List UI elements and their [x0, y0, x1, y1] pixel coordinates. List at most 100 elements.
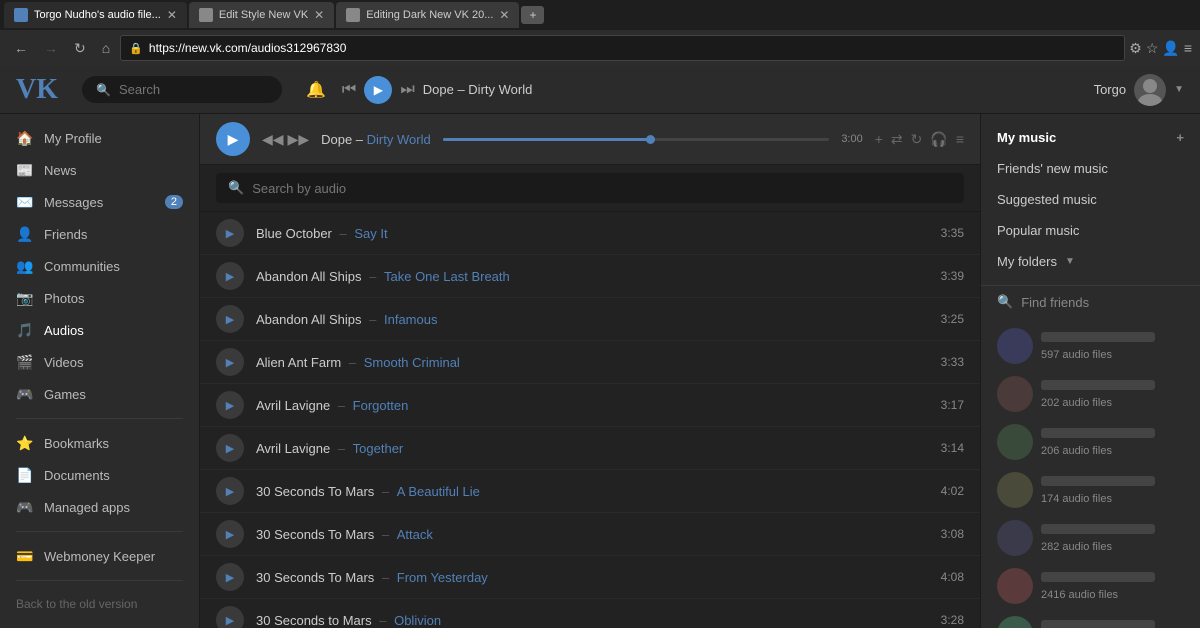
audio-player-bar: ▶ ◀◀ ▶▶ Dope – Dirty World 3:00 [200, 114, 980, 165]
add-music-icon[interactable]: + [1176, 130, 1184, 145]
friend-item-1[interactable]: 202 audio files [981, 370, 1200, 418]
back-button[interactable]: ← [8, 38, 34, 58]
track-play-button-5[interactable]: ▶ [216, 434, 244, 462]
header-search-input[interactable] [119, 82, 259, 97]
header-next-button[interactable]: ⏭ [400, 81, 414, 99]
player-play-button[interactable]: ▶ [216, 122, 250, 156]
address-input[interactable] [149, 41, 1116, 55]
track-item-4[interactable]: ▶ Avril Lavigne – Forgotten 3:17 [200, 384, 980, 427]
home-button[interactable]: ⌂ [96, 38, 116, 58]
tab-close-3[interactable]: ✕ [499, 8, 509, 22]
notification-bell-icon[interactable]: 🔔 [306, 80, 326, 100]
track-play-button-6[interactable]: ▶ [216, 477, 244, 505]
sidebar-item-messages[interactable]: ✉️ Messages 2 [0, 186, 199, 218]
my-folders-label: My folders [997, 254, 1057, 269]
track-play-button-2[interactable]: ▶ [216, 305, 244, 333]
friend-info-4: 282 audio files [1041, 524, 1184, 553]
shuffle-button[interactable]: ⇄ [891, 131, 903, 148]
add-to-playlist-button[interactable]: + [875, 131, 883, 148]
browser-tab-3[interactable]: Editing Dark New VK 20... ✕ [336, 2, 519, 28]
sidebar-item-friends[interactable]: 👤 Friends [0, 218, 199, 250]
sidebar-item-documents[interactable]: 📄 Documents [0, 459, 199, 491]
player-prev-button[interactable]: ◀◀ [262, 131, 284, 148]
audio-search-icon: 🔍 [228, 180, 244, 196]
tab-close-1[interactable]: ✕ [167, 8, 177, 22]
forward-button[interactable]: → [38, 38, 64, 58]
sidebar-item-photos[interactable]: 📷 Photos [0, 282, 199, 314]
track-play-button-9[interactable]: ▶ [216, 606, 244, 628]
sidebar-item-webmoney[interactable]: 💳 Webmoney Keeper [0, 540, 199, 572]
repeat-button[interactable]: ↻ [911, 131, 923, 148]
audio-search-input[interactable] [252, 181, 952, 196]
app-body: 🏠 My Profile 📰 News ✉️ Messages 2 👤 Frie… [0, 114, 1200, 628]
track-play-button-3[interactable]: ▶ [216, 348, 244, 376]
audio-search-inner[interactable]: 🔍 [216, 173, 964, 203]
track-item-7[interactable]: ▶ 30 Seconds To Mars – Attack 3:08 [200, 513, 980, 556]
new-tab-button[interactable]: + [521, 6, 544, 24]
equalizer-button[interactable]: ≡ [956, 131, 964, 148]
track-play-button-7[interactable]: ▶ [216, 520, 244, 548]
player-next-button[interactable]: ▶▶ [288, 131, 310, 148]
track-play-button-4[interactable]: ▶ [216, 391, 244, 419]
track-play-button-0[interactable]: ▶ [216, 219, 244, 247]
header-play-button[interactable]: ▶ [364, 76, 392, 104]
right-menu-friends-music[interactable]: Friends' new music [981, 153, 1200, 184]
friend-item-4[interactable]: 282 audio files [981, 514, 1200, 562]
header-user-area: Torgo ▼ [1094, 74, 1184, 106]
user-dropdown-arrow[interactable]: ▼ [1174, 84, 1184, 95]
sidebar-item-videos[interactable]: 🎬 Videos [0, 346, 199, 378]
friend-item-5[interactable]: 2416 audio files [981, 562, 1200, 610]
headphones-button[interactable]: 🎧 [930, 131, 947, 148]
friend-info-3: 174 audio files [1041, 476, 1184, 505]
user-avatar[interactable] [1134, 74, 1166, 106]
sidebar-item-games[interactable]: 🎮 Games [0, 378, 199, 410]
right-menu-suggested[interactable]: Suggested music [981, 184, 1200, 215]
browser-tab-2[interactable]: Edit Style New VK ✕ [189, 2, 334, 28]
track-item-0[interactable]: ▶ Blue October – Say It 3:35 [200, 212, 980, 255]
track-info-8: 30 Seconds To Mars – From Yesterday [256, 570, 929, 585]
track-item-9[interactable]: ▶ 30 Seconds to Mars – Oblivion 3:28 [200, 599, 980, 628]
right-menu-popular[interactable]: Popular music [981, 215, 1200, 246]
right-menu-my-music[interactable]: My music + [981, 122, 1200, 153]
extensions-icon: ⚙ [1129, 40, 1142, 57]
header-search-bar[interactable]: 🔍 [82, 76, 282, 103]
sidebar-item-managed-apps[interactable]: 🎮 Managed apps [0, 491, 199, 523]
friend-avatar-6 [997, 616, 1033, 628]
track-play-button-1[interactable]: ▶ [216, 262, 244, 290]
track-item-6[interactable]: ▶ 30 Seconds To Mars – A Beautiful Lie 4… [200, 470, 980, 513]
friend-count-5: 2416 audio files [1041, 589, 1118, 601]
sidebar-item-news[interactable]: 📰 News [0, 154, 199, 186]
messages-badge: 2 [165, 195, 183, 209]
track-item-1[interactable]: ▶ Abandon All Ships – Take One Last Brea… [200, 255, 980, 298]
track-item-8[interactable]: ▶ 30 Seconds To Mars – From Yesterday 4:… [200, 556, 980, 599]
progress-handle[interactable] [646, 135, 655, 144]
reload-button[interactable]: ↻ [68, 38, 92, 59]
my-music-label: My music [997, 130, 1056, 145]
track-dash-2: – [369, 312, 380, 327]
sidebar-footer[interactable]: Back to the old version [0, 589, 199, 619]
friend-info-1: 202 audio files [1041, 380, 1184, 409]
track-info-0: Blue October – Say It [256, 226, 929, 241]
track-item-5[interactable]: ▶ Avril Lavigne – Together 3:14 [200, 427, 980, 470]
track-item-3[interactable]: ▶ Alien Ant Farm – Smooth Criminal 3:33 [200, 341, 980, 384]
sidebar-item-profile[interactable]: 🏠 My Profile [0, 122, 199, 154]
tab-label-2: Edit Style New VK [219, 9, 308, 21]
track-play-button-8[interactable]: ▶ [216, 563, 244, 591]
sidebar-item-communities[interactable]: 👥 Communities [0, 250, 199, 282]
friend-item-0[interactable]: 597 audio files [981, 322, 1200, 370]
friend-item-6[interactable]: 627 audio files [981, 610, 1200, 628]
sidebar-item-audios[interactable]: 🎵 Audios [0, 314, 199, 346]
tab-close-2[interactable]: ✕ [314, 8, 324, 22]
sidebar-item-bookmarks[interactable]: ⭐ Bookmarks [0, 427, 199, 459]
address-bar[interactable]: 🔒 [120, 35, 1125, 61]
browser-tab-1[interactable]: Torgo Nudho's audio file... ✕ [4, 2, 187, 28]
messages-icon: ✉️ [16, 193, 34, 211]
progress-bar[interactable] [443, 138, 830, 141]
track-duration-1: 3:39 [941, 269, 964, 283]
header-prev-button[interactable]: ⏮ [342, 81, 356, 99]
friend-item-3[interactable]: 174 audio files [981, 466, 1200, 514]
track-item-2[interactable]: ▶ Abandon All Ships – Infamous 3:25 [200, 298, 980, 341]
friend-item-2[interactable]: 206 audio files [981, 418, 1200, 466]
news-icon: 📰 [16, 161, 34, 179]
right-menu-folders[interactable]: My folders ▼ [981, 246, 1200, 277]
